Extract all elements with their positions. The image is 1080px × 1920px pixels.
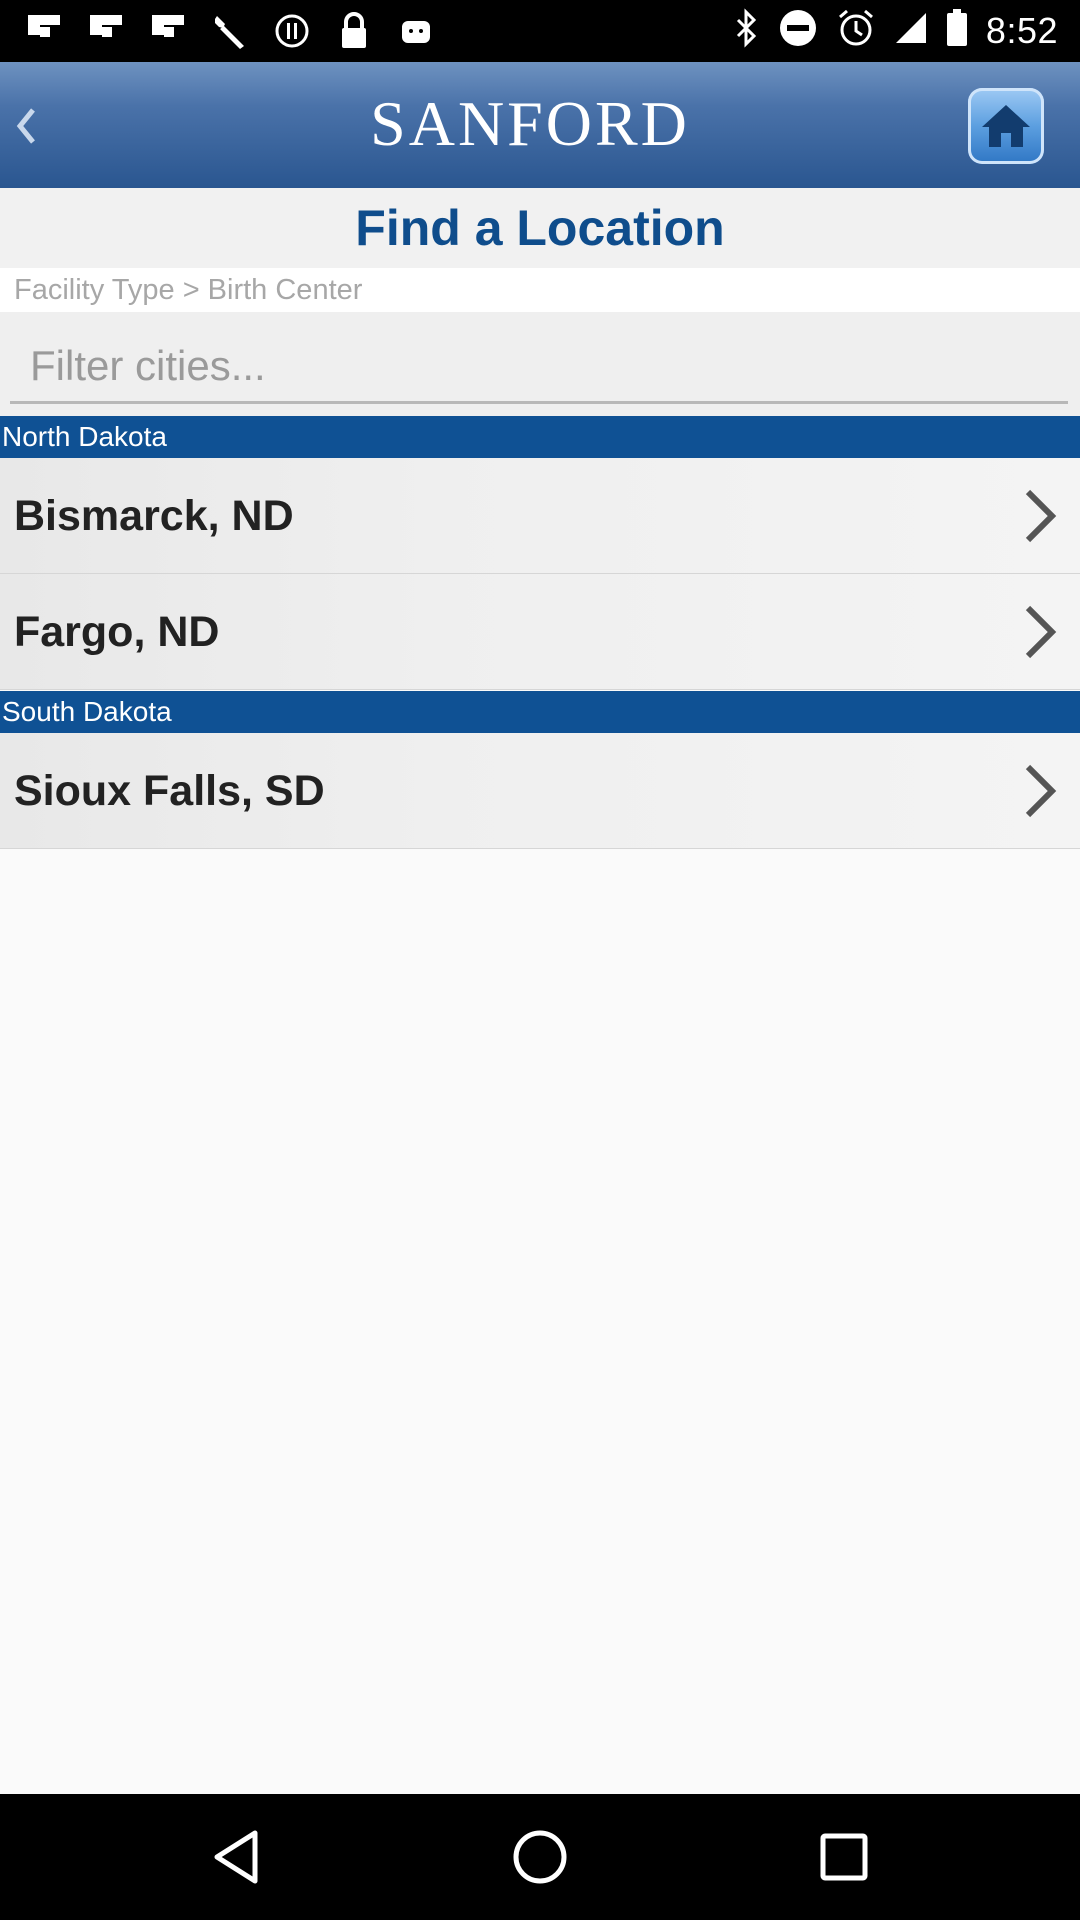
breadcrumb: Facility Type > Birth Center	[0, 268, 1080, 312]
lock-icon	[334, 10, 374, 52]
alert-icon	[272, 10, 312, 52]
nav-recents-button[interactable]	[814, 1827, 874, 1887]
home-button[interactable]	[968, 88, 1044, 164]
list-item-label: Bismarck, ND	[14, 492, 294, 540]
svg-text:SANFORD: SANFORD	[370, 89, 690, 159]
alarm-icon	[836, 8, 876, 53]
home-circle-icon	[513, 1830, 567, 1884]
chevron-left-icon	[16, 108, 35, 144]
filter-cities-input[interactable]	[10, 330, 1068, 404]
do-not-disturb-icon	[778, 8, 818, 53]
page-title-band: Find a Location	[0, 188, 1080, 268]
page-title: Find a Location	[355, 200, 725, 256]
list-item-fargo[interactable]: Fargo, ND	[0, 574, 1080, 690]
chevron-right-icon	[1025, 764, 1057, 818]
chevron-right-icon	[1025, 489, 1057, 543]
app-header: SANFORD	[0, 62, 1080, 188]
back-icon	[214, 1830, 258, 1884]
nav-home-button[interactable]	[510, 1827, 570, 1887]
flipboard-icon	[24, 10, 64, 52]
status-bar: 8:52	[0, 0, 1080, 62]
list-item-label: Fargo, ND	[14, 608, 220, 656]
flipboard-icon	[148, 10, 188, 52]
signal-icon	[894, 11, 928, 50]
system-nav-bar	[0, 1794, 1080, 1920]
section-header-north-dakota: North Dakota	[0, 416, 1080, 458]
clock: 8:52	[985, 9, 1058, 51]
back-button[interactable]	[6, 96, 46, 156]
android-icon	[396, 10, 436, 52]
list-item-label: Sioux Falls, SD	[14, 767, 325, 815]
flipboard-icon	[86, 10, 126, 52]
home-icon	[982, 105, 1030, 147]
section-header-south-dakota: South Dakota	[0, 691, 1080, 733]
filter-container	[0, 312, 1080, 416]
recents-icon	[820, 1833, 868, 1881]
list-item-sioux-falls[interactable]: Sioux Falls, SD	[0, 733, 1080, 849]
system-icons: 8:52	[734, 8, 1058, 53]
wrench-icon	[210, 10, 250, 52]
chevron-right-icon	[1025, 605, 1057, 659]
bluetooth-icon	[734, 8, 760, 53]
notification-icons	[24, 10, 436, 52]
list-item-bismarck[interactable]: Bismarck, ND	[0, 458, 1080, 574]
nav-back-button[interactable]	[206, 1827, 266, 1887]
sanford-logo: SANFORD	[330, 84, 730, 164]
battery-icon	[946, 9, 968, 52]
